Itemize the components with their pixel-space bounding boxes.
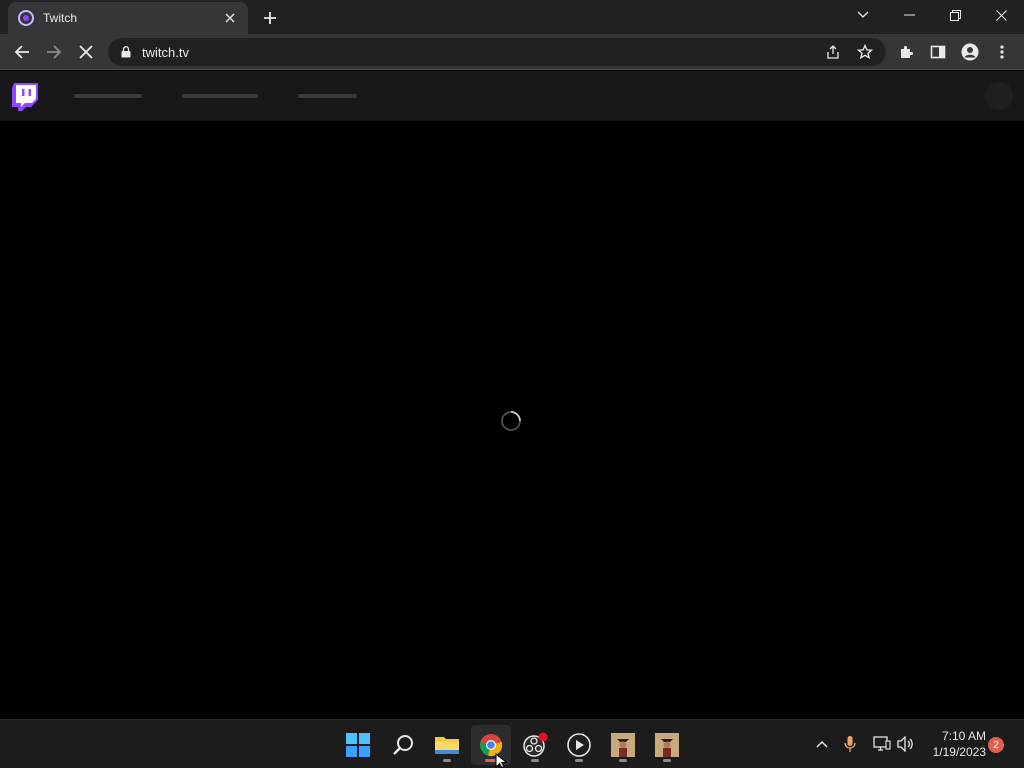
- web-page: [0, 71, 1024, 719]
- game-app-button-2[interactable]: [647, 725, 687, 765]
- back-icon: [14, 45, 29, 59]
- windows-start-button[interactable]: [338, 725, 378, 765]
- nav-link-placeholder: [298, 94, 357, 98]
- chevron-up-icon[interactable]: [812, 734, 832, 754]
- clock-date: 1/19/2023: [932, 745, 986, 759]
- game-app-icon: [611, 733, 635, 757]
- running-indicator: [531, 759, 539, 762]
- windows-start-icon: [346, 733, 370, 757]
- side-panel-icon: [930, 45, 946, 59]
- search-button[interactable]: [383, 725, 423, 765]
- obs-icon: [523, 732, 548, 757]
- forward-button[interactable]: [40, 38, 68, 66]
- media-player-button[interactable]: [559, 725, 599, 765]
- address-bar[interactable]: twitch.tv: [108, 38, 886, 66]
- browser-title-bar: Twitch: [0, 0, 1024, 34]
- system-clock[interactable]: 7:10 AM 1/19/2023: [922, 728, 986, 760]
- loading-spinner-icon: [500, 410, 522, 432]
- network-icon[interactable]: [872, 734, 892, 754]
- running-indicator: [575, 759, 583, 762]
- file-explorer-icon: [435, 737, 459, 754]
- running-indicator: [619, 759, 627, 762]
- twitch-favicon-icon: [18, 10, 34, 26]
- share-icon[interactable]: [825, 44, 841, 60]
- tab-title: Twitch: [43, 11, 78, 25]
- forward-icon: [47, 45, 62, 59]
- running-indicator: [443, 759, 451, 762]
- nav-link-placeholder: [74, 94, 142, 98]
- close-tab-icon[interactable]: [222, 10, 238, 26]
- microphone-icon[interactable]: [840, 734, 860, 754]
- media-player-icon: [567, 733, 591, 757]
- search-icon: [393, 735, 413, 755]
- windows-taskbar: 7:10 AM 1/19/2023 2: [0, 719, 1024, 768]
- minimize-icon[interactable]: [886, 0, 932, 30]
- close-window-icon[interactable]: [978, 0, 1024, 30]
- volume-icon[interactable]: [896, 734, 916, 754]
- mouse-cursor-icon: [495, 753, 508, 768]
- url-text: twitch.tv: [142, 45, 189, 60]
- menu-button[interactable]: [988, 38, 1016, 66]
- lock-icon[interactable]: [118, 44, 134, 60]
- profile-button[interactable]: [956, 38, 984, 66]
- nav-link-placeholder: [182, 94, 258, 98]
- stop-icon: [79, 45, 93, 59]
- profile-icon: [961, 43, 979, 61]
- extensions-button[interactable]: [892, 38, 920, 66]
- twitch-nav-bar: [0, 71, 1024, 121]
- star-icon[interactable]: [857, 44, 873, 60]
- stop-button[interactable]: [72, 38, 100, 66]
- obs-button[interactable]: [515, 725, 555, 765]
- clock-time: 7:10 AM: [941, 729, 986, 743]
- game-app-icon-2: [655, 733, 679, 757]
- tab-search-icon[interactable]: [840, 0, 886, 30]
- browser-toolbar: twitch.tv: [0, 34, 1024, 70]
- menu-icon: [1000, 45, 1004, 59]
- twitch-logo-icon[interactable]: [12, 83, 38, 111]
- avatar-placeholder: [985, 82, 1013, 110]
- extensions-icon: [901, 46, 913, 58]
- game-app-button[interactable]: [603, 725, 643, 765]
- new-tab-button[interactable]: [258, 6, 282, 30]
- tab-twitch[interactable]: Twitch: [8, 2, 248, 34]
- side-panel-button[interactable]: [924, 38, 952, 66]
- restore-icon[interactable]: [932, 0, 978, 30]
- running-indicator: [663, 759, 671, 762]
- back-button[interactable]: [8, 38, 36, 66]
- notification-badge[interactable]: 2: [988, 737, 1004, 753]
- file-explorer-button[interactable]: [427, 725, 467, 765]
